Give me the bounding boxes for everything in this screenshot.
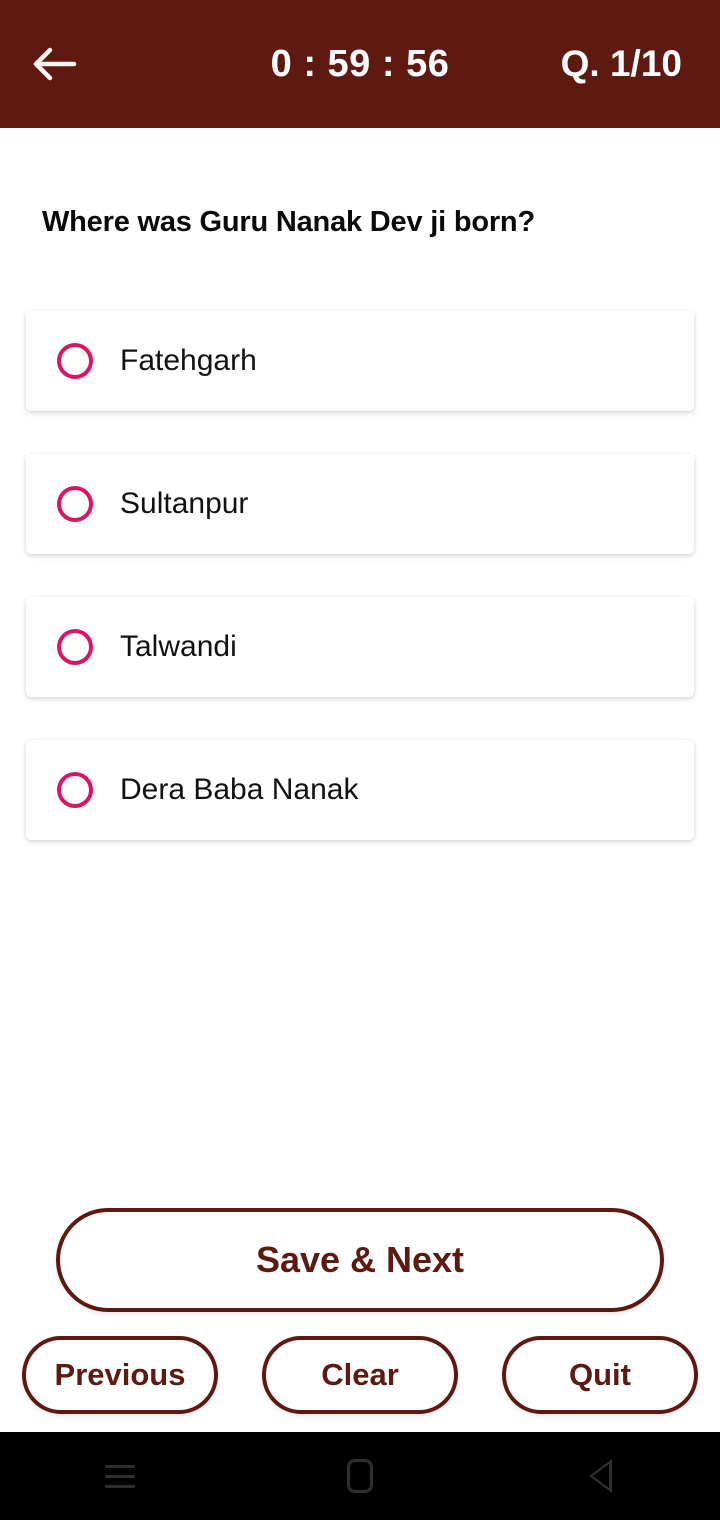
- system-back-button[interactable]: [530, 1432, 670, 1520]
- home-square-icon: [347, 1459, 373, 1493]
- radio-button-icon[interactable]: [57, 486, 93, 522]
- option-card[interactable]: Fatehgarh: [26, 311, 694, 411]
- option-card[interactable]: Talwandi: [26, 597, 694, 697]
- previous-button[interactable]: Previous: [22, 1336, 218, 1414]
- quit-button[interactable]: Quit: [502, 1336, 698, 1414]
- quiz-body: Where was Guru Nanak Dev ji born? Fatehg…: [0, 128, 720, 1432]
- recents-button[interactable]: [50, 1432, 190, 1520]
- secondary-action-row: Previous Clear Quit: [22, 1336, 698, 1414]
- action-bar: Save & Next Previous Clear Quit: [0, 1208, 720, 1432]
- home-button[interactable]: [290, 1432, 430, 1520]
- option-label: Talwandi: [120, 630, 237, 663]
- option-card[interactable]: Dera Baba Nanak: [26, 740, 694, 840]
- system-navigation-bar: [0, 1432, 720, 1520]
- menu-lines-icon: [105, 1464, 135, 1488]
- save-and-next-button[interactable]: Save & Next: [56, 1208, 664, 1312]
- options-list: Fatehgarh Sultanpur Talwandi Dera Baba N…: [0, 311, 720, 840]
- back-triangle-icon: [588, 1459, 612, 1493]
- question-counter: Q. 1/10: [560, 43, 682, 84]
- question-text: Where was Guru Nanak Dev ji born?: [42, 206, 535, 238]
- option-label: Dera Baba Nanak: [120, 773, 359, 806]
- app-screen: 0 : 59 : 56 Q. 1/10 Where was Guru Nanak…: [0, 0, 720, 1520]
- option-card[interactable]: Sultanpur: [26, 454, 694, 554]
- radio-button-icon[interactable]: [57, 343, 93, 379]
- radio-button-icon[interactable]: [57, 772, 93, 808]
- option-label: Fatehgarh: [120, 344, 257, 377]
- app-header: 0 : 59 : 56 Q. 1/10: [0, 0, 720, 128]
- clear-button[interactable]: Clear: [262, 1336, 458, 1414]
- radio-button-icon[interactable]: [57, 629, 93, 665]
- arrow-left-icon: [33, 47, 77, 81]
- option-label: Sultanpur: [120, 487, 249, 520]
- back-button[interactable]: [0, 0, 110, 128]
